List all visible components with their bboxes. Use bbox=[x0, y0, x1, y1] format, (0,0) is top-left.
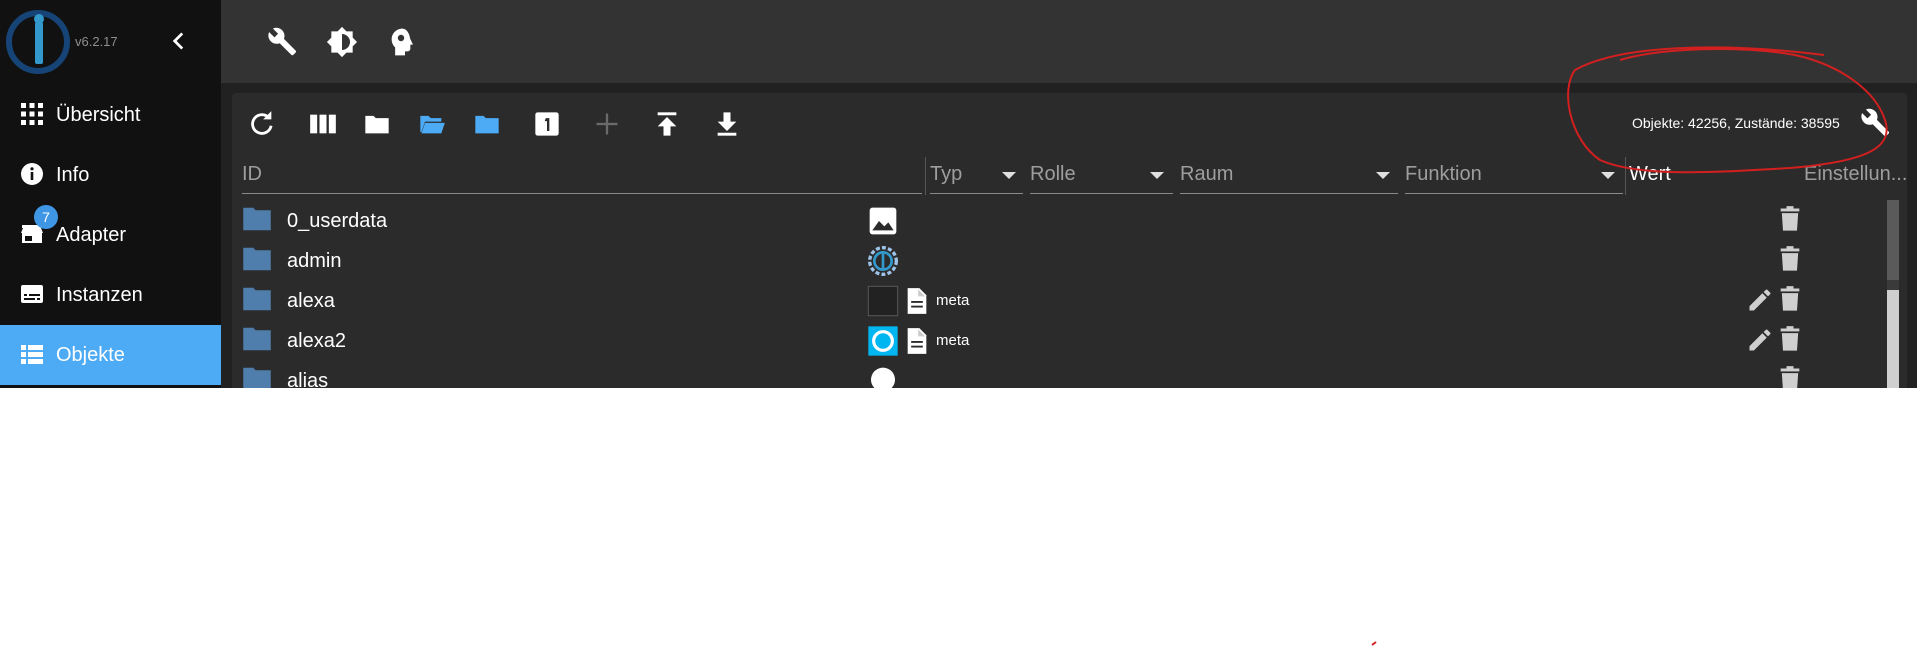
funktion-filter-underline bbox=[1405, 193, 1623, 194]
columns-icon[interactable] bbox=[309, 110, 337, 138]
adapter-update-badge: 7 bbox=[34, 205, 58, 229]
document-icon bbox=[907, 328, 927, 354]
folder-open-icon[interactable] bbox=[418, 110, 446, 138]
image-icon bbox=[869, 207, 897, 235]
sidebar-item-label: Instanzen bbox=[56, 284, 143, 306]
chevron-left-icon[interactable] bbox=[166, 28, 192, 54]
wrench-icon[interactable] bbox=[1860, 107, 1892, 139]
brightness-icon[interactable] bbox=[326, 26, 358, 58]
delete-icon[interactable] bbox=[1776, 364, 1804, 388]
table-row[interactable]: admin bbox=[232, 240, 1887, 280]
delete-icon[interactable] bbox=[1776, 204, 1804, 234]
caret-down-icon[interactable] bbox=[1376, 172, 1390, 179]
sidebar-item-uebersicht[interactable]: Übersicht bbox=[0, 85, 221, 145]
column-separator[interactable] bbox=[925, 157, 926, 195]
object-id: alexa2 bbox=[287, 330, 346, 352]
delete-icon[interactable] bbox=[1776, 244, 1804, 274]
sidebar-item-label: Adapter bbox=[56, 224, 127, 246]
sidebar-item-adapter[interactable]: Adapter bbox=[0, 205, 221, 265]
rolle-filter-select[interactable]: Rolle bbox=[1030, 163, 1076, 186]
typ-filter-select[interactable]: Typ bbox=[930, 163, 962, 186]
sidebar-item-label: Übersicht bbox=[56, 104, 141, 126]
folder-icon[interactable] bbox=[242, 366, 272, 388]
sidebar-item-instanzen[interactable]: Instanzen bbox=[0, 265, 221, 325]
scrollbar-track[interactable] bbox=[1887, 290, 1899, 388]
object-stats: Objekte: 42256, Zustände: 38595 bbox=[1632, 115, 1840, 131]
refresh-icon[interactable] bbox=[248, 110, 276, 138]
expert-mode-icon[interactable] bbox=[385, 26, 417, 58]
upload-icon[interactable] bbox=[653, 110, 681, 138]
folder-icon[interactable] bbox=[473, 110, 501, 138]
sidebar-item-info[interactable]: Info bbox=[0, 145, 221, 205]
folder-icon[interactable] bbox=[242, 206, 272, 232]
blank-square-icon bbox=[867, 285, 899, 317]
download-icon[interactable] bbox=[713, 110, 741, 138]
scrollbar-thumb[interactable] bbox=[1887, 200, 1899, 280]
table-row[interactable]: alexa meta bbox=[232, 280, 1887, 320]
typ-filter-underline bbox=[930, 193, 1023, 194]
wrench-icon[interactable] bbox=[267, 26, 299, 58]
object-id: alexa bbox=[287, 290, 335, 312]
info-icon bbox=[21, 163, 43, 185]
edit-icon[interactable] bbox=[1746, 286, 1774, 314]
folder-closed-icon[interactable] bbox=[363, 110, 391, 138]
alexa-ring-icon bbox=[868, 326, 898, 356]
sidebar-item-objekte[interactable]: Objekte bbox=[0, 325, 221, 385]
delete-icon[interactable] bbox=[1776, 284, 1804, 314]
folder-icon[interactable] bbox=[242, 286, 272, 312]
raum-filter-underline bbox=[1180, 193, 1398, 194]
edit-icon[interactable] bbox=[1746, 326, 1774, 354]
caret-down-icon[interactable] bbox=[1150, 172, 1164, 179]
caret-down-icon[interactable] bbox=[1601, 172, 1615, 179]
table-row[interactable]: alias bbox=[232, 360, 1887, 388]
object-id: admin bbox=[287, 250, 342, 272]
list-icon bbox=[21, 345, 43, 364]
table-row[interactable]: 0_userdata bbox=[232, 200, 1887, 240]
column-header-wert: Wert bbox=[1629, 163, 1671, 185]
sidebar-item-label: Objekte bbox=[56, 344, 125, 366]
caret-down-icon[interactable] bbox=[1002, 172, 1016, 179]
sidebar-item-label: Info bbox=[56, 164, 90, 186]
vertical-scrollbar[interactable] bbox=[1887, 200, 1899, 388]
add-icon[interactable] bbox=[593, 110, 621, 138]
funktion-filter-select[interactable]: Funktion bbox=[1405, 163, 1482, 186]
document-icon bbox=[907, 288, 927, 314]
column-header-einstellungen: Einstellun... bbox=[1804, 163, 1907, 185]
bulb-icon bbox=[871, 367, 895, 388]
folder-icon[interactable] bbox=[242, 246, 272, 272]
iobroker-logo bbox=[6, 10, 70, 74]
table-row[interactable]: alexa2 meta bbox=[232, 320, 1887, 360]
id-filter-input[interactable]: ID bbox=[242, 163, 262, 186]
number-one-icon[interactable] bbox=[533, 110, 561, 138]
grid-icon bbox=[21, 103, 43, 125]
folder-icon[interactable] bbox=[242, 326, 272, 352]
version-label: v6.2.17 bbox=[75, 34, 118, 49]
rolle-filter-underline bbox=[1030, 193, 1173, 194]
id-filter-underline bbox=[242, 193, 922, 194]
logo-area: v6.2.17 bbox=[0, 0, 221, 81]
object-id: alias bbox=[287, 370, 329, 388]
object-id: 0_userdata bbox=[287, 210, 388, 232]
raum-filter-select[interactable]: Raum bbox=[1180, 163, 1233, 186]
iobroker-admin-icon bbox=[868, 246, 898, 276]
sidebar: v6.2.17 Übersicht Info Adapter 7 Instanz… bbox=[0, 0, 221, 388]
object-browser-panel: Objekte: 42256, Zustände: 38595 ID Typ R… bbox=[232, 93, 1907, 388]
object-type: meta bbox=[936, 332, 970, 349]
delete-icon[interactable] bbox=[1776, 324, 1804, 354]
top-bar bbox=[221, 0, 1917, 83]
column-separator[interactable] bbox=[1625, 157, 1626, 195]
app-window: v6.2.17 Übersicht Info Adapter 7 Instanz… bbox=[0, 0, 1917, 388]
object-type: meta bbox=[936, 292, 970, 309]
instances-icon bbox=[21, 285, 43, 303]
